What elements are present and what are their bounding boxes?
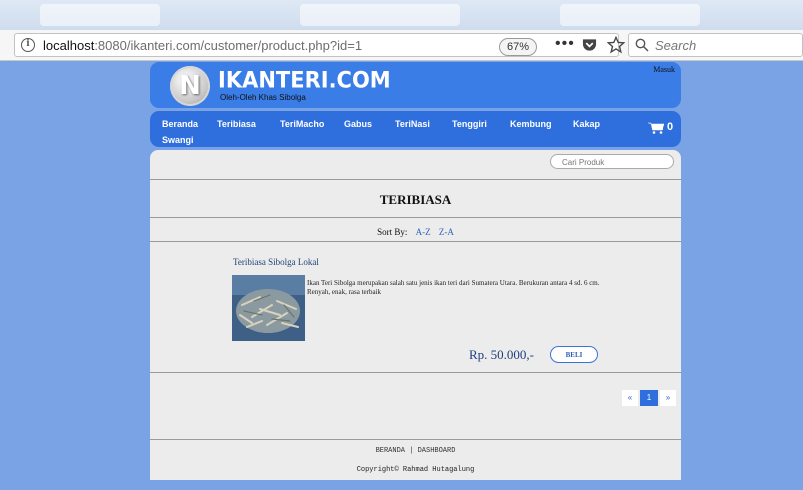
sort-bar: Sort By: A-Z Z-A xyxy=(150,227,681,237)
logo-letter: N xyxy=(179,71,201,101)
sort-label: Sort By: xyxy=(377,227,408,237)
site-logo-badge[interactable]: N xyxy=(170,66,210,106)
footer-separator: | xyxy=(409,447,414,455)
footer-copyright: Copyright© Rahmad Hutagalung xyxy=(356,466,475,474)
search-icon xyxy=(635,38,649,52)
tab-highlight xyxy=(40,4,160,26)
cart-count[interactable]: 0 xyxy=(667,121,673,133)
category-title: TERIBIASA xyxy=(379,192,452,207)
divider xyxy=(150,217,681,218)
menu-item-tenggiri[interactable]: Tenggiri xyxy=(452,119,487,129)
site-header: N IKANTERI.COM Oleh-Oleh Khas Sibolga Ma… xyxy=(150,62,681,108)
page-actions-menu-icon[interactable]: ••• xyxy=(555,35,575,53)
url-host: localhost xyxy=(43,38,95,53)
main-menu: Beranda Teribiasa TeriMacho Gabus TeriNa… xyxy=(150,111,681,147)
url-text[interactable]: localhost:8080/ikanteri.com/customer/pro… xyxy=(43,38,362,53)
url-path: :8080/ikanteri.com/customer/product.php?… xyxy=(94,38,363,53)
footer-links: BERANDA | DASHBOARD xyxy=(150,447,681,455)
menu-item-terimacho[interactable]: TeriMacho xyxy=(280,119,324,129)
login-link[interactable]: Masuk xyxy=(653,65,675,74)
pocket-icon[interactable] xyxy=(582,38,597,52)
info-icon[interactable]: i xyxy=(21,38,35,52)
divider xyxy=(150,372,681,373)
sort-za-link[interactable]: Z-A xyxy=(439,227,454,237)
shopping-cart-icon[interactable] xyxy=(648,122,664,134)
main-content: Cari Produk TERIBIASA Sort By: A-Z Z-A T… xyxy=(150,150,681,480)
divider xyxy=(150,241,681,242)
sort-az-link[interactable]: A-Z xyxy=(416,227,431,237)
browser-search-box[interactable]: Search xyxy=(628,33,803,57)
pagination-page-1[interactable]: 1 xyxy=(640,390,658,406)
tab-highlight xyxy=(560,4,700,26)
product-description: Ikan Teri Sibolga merupakan salah satu j… xyxy=(307,279,600,296)
site-title[interactable]: IKANTERI.COM xyxy=(218,67,391,92)
divider xyxy=(150,439,681,440)
product-search-input[interactable]: Cari Produk xyxy=(550,154,674,169)
browser-navbar: i localhost:8080/ikanteri.com/customer/p… xyxy=(0,30,803,61)
tab-highlight xyxy=(300,4,460,26)
bookmark-star-icon[interactable] xyxy=(607,36,625,54)
pagination-prev[interactable]: « xyxy=(622,390,638,406)
zoom-level-badge[interactable]: 67% xyxy=(499,38,538,56)
menu-item-kakap[interactable]: Kakap xyxy=(573,119,600,129)
browser-search-placeholder: Search xyxy=(655,38,697,53)
product-image[interactable] xyxy=(232,275,305,341)
menu-item-terinasi[interactable]: TeriNasi xyxy=(395,119,430,129)
product-name-link[interactable]: Teribiasa Sibolga Lokal xyxy=(233,257,319,267)
menu-item-gabus[interactable]: Gabus xyxy=(344,119,372,129)
menu-item-swangi[interactable]: Swangi xyxy=(162,135,194,145)
site-tagline: Oleh-Oleh Khas Sibolga xyxy=(220,93,306,102)
pagination-next[interactable]: » xyxy=(660,390,676,406)
menu-item-beranda[interactable]: Beranda xyxy=(162,119,198,129)
buy-button[interactable]: BELI xyxy=(550,346,598,363)
footer-home-link[interactable]: BERANDA xyxy=(376,447,405,455)
product-price: Rp. 50.000,- xyxy=(469,347,534,362)
address-bar[interactable]: i localhost:8080/ikanteri.com/customer/p… xyxy=(14,33,625,57)
divider xyxy=(150,179,681,180)
footer-dashboard-link[interactable]: DASHBOARD xyxy=(418,447,456,455)
menu-item-kembung[interactable]: Kembung xyxy=(510,119,552,129)
menu-item-teribiasa[interactable]: Teribiasa xyxy=(217,119,256,129)
browser-tab-strip xyxy=(0,0,803,30)
